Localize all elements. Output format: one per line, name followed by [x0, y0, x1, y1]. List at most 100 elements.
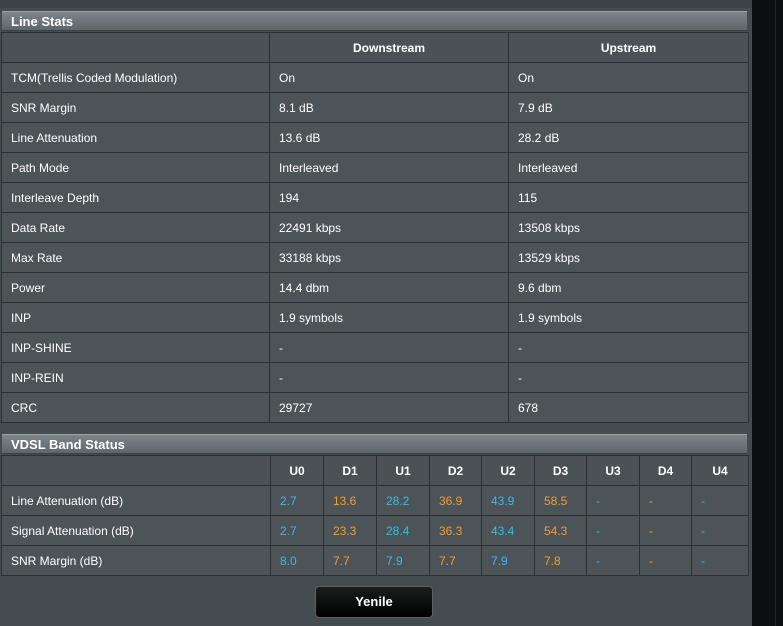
band-value-u3: - [586, 545, 640, 576]
row-label: SNR Margin (dB) [1, 545, 271, 576]
table-row: SNR Margin (dB) 8.0 7.7 7.9 7.7 7.9 7.8 … [1, 545, 749, 576]
upstream-value: 13508 kbps [508, 212, 749, 243]
table-row: TCM(Trellis Coded Modulation) On On [1, 62, 749, 93]
top-divider [0, 0, 752, 8]
table-row: Interleave Depth 194 115 [1, 182, 749, 213]
vdsl-band-status-table: U0 D1 U1 D2 U2 D3 U3 D4 U4 Line Attenuat… [1, 455, 749, 576]
band-header-d3: D3 [534, 455, 587, 486]
band-value-u0: 2.7 [270, 485, 324, 516]
row-label: INP [1, 302, 270, 333]
band-value-u3: - [586, 515, 640, 546]
downstream-value: 33188 kbps [269, 242, 509, 273]
table-row: INP-REIN - - [1, 362, 749, 393]
band-value-u0: 8.0 [270, 545, 324, 576]
scrollbar-divider [775, 0, 776, 626]
band-value-d4: - [639, 485, 692, 516]
upstream-value: - [508, 362, 749, 393]
downstream-value: 1.9 symbols [269, 302, 509, 333]
vdsl-band-status-header: VDSL Band Status [2, 434, 747, 454]
downstream-value: 13.6 dB [269, 122, 509, 153]
upstream-value: - [508, 332, 749, 363]
upstream-value: 13529 kbps [508, 242, 749, 273]
line-stats-header: Line Stats [2, 11, 747, 31]
downstream-value: 22491 kbps [269, 212, 509, 243]
row-label: Signal Attenuation (dB) [1, 515, 271, 546]
table-row: INP-SHINE - - [1, 332, 749, 363]
band-value-u1: 28.2 [376, 485, 430, 516]
downstream-value: 8.1 dB [269, 92, 509, 123]
band-value-d3: 54.3 [534, 515, 587, 546]
band-value-u4: - [691, 545, 749, 576]
table-row: INP 1.9 symbols 1.9 symbols [1, 302, 749, 333]
band-value-d1: 7.7 [323, 545, 377, 576]
band-value-u4: - [691, 515, 749, 546]
table-row: Line Attenuation (dB) 2.7 13.6 28.2 36.9… [1, 485, 749, 516]
band-value-d2: 7.7 [429, 545, 482, 576]
band-value-d4: - [639, 545, 692, 576]
downstream-value: 194 [269, 182, 509, 213]
band-value-u2: 7.9 [481, 545, 535, 576]
upstream-value: 9.6 dbm [508, 272, 749, 303]
row-label: INP-REIN [1, 362, 270, 393]
band-value-d2: 36.3 [429, 515, 482, 546]
band-header-d1: D1 [323, 455, 377, 486]
band-value-d1: 23.3 [323, 515, 377, 546]
row-label: CRC [1, 392, 270, 423]
table-row: Data Rate 22491 kbps 13508 kbps [1, 212, 749, 243]
band-value-d3: 7.8 [534, 545, 587, 576]
band-header-u0: U0 [270, 455, 324, 486]
band-value-d1: 13.6 [323, 485, 377, 516]
row-label: TCM(Trellis Coded Modulation) [1, 62, 270, 93]
upstream-value: 678 [508, 392, 749, 423]
band-value-u3: - [586, 485, 640, 516]
row-label: Data Rate [1, 212, 270, 243]
column-header-blank [1, 32, 270, 63]
band-header-u1: U1 [376, 455, 430, 486]
upstream-value: Interleaved [508, 152, 749, 183]
row-label: Path Mode [1, 152, 270, 183]
band-header-row: U0 D1 U1 D2 U2 D3 U3 D4 U4 [1, 455, 749, 486]
row-label: Power [1, 272, 270, 303]
line-stats-table: Downstream Upstream TCM(Trellis Coded Mo… [1, 32, 749, 423]
upstream-value: 115 [508, 182, 749, 213]
band-value-d3: 58.5 [534, 485, 587, 516]
downstream-value: Interleaved [269, 152, 509, 183]
downstream-value: On [269, 62, 509, 93]
table-row: Signal Attenuation (dB) 2.7 23.3 28.4 36… [1, 515, 749, 546]
refresh-button[interactable]: Yenile [315, 586, 433, 618]
table-row: SNR Margin 8.1 dB 7.9 dB [1, 92, 749, 123]
band-value-d2: 36.9 [429, 485, 482, 516]
row-label: INP-SHINE [1, 332, 270, 363]
band-value-u2: 43.9 [481, 485, 535, 516]
row-label: SNR Margin [1, 92, 270, 123]
scrollbar-track[interactable] [752, 0, 783, 626]
row-label: Interleave Depth [1, 182, 270, 213]
band-value-u1: 28.4 [376, 515, 430, 546]
table-row: Power 14.4 dbm 9.6 dbm [1, 272, 749, 303]
band-header-d4: D4 [639, 455, 692, 486]
band-header-u4: U4 [691, 455, 749, 486]
upstream-value: 28.2 dB [508, 122, 749, 153]
band-header-d2: D2 [429, 455, 482, 486]
table-row: CRC 29727 678 [1, 392, 749, 423]
band-value-u2: 43.4 [481, 515, 535, 546]
band-value-d4: - [639, 515, 692, 546]
band-value-u4: - [691, 485, 749, 516]
downstream-value: 14.4 dbm [269, 272, 509, 303]
table-row: Max Rate 33188 kbps 13529 kbps [1, 242, 749, 273]
band-header-u2: U2 [481, 455, 535, 486]
row-label: Line Attenuation (dB) [1, 485, 271, 516]
column-header-downstream: Downstream [269, 32, 509, 63]
downstream-value: 29727 [269, 392, 509, 423]
band-value-u1: 7.9 [376, 545, 430, 576]
row-label: Max Rate [1, 242, 270, 273]
line-stats-header-row: Downstream Upstream [1, 32, 749, 63]
upstream-value: On [508, 62, 749, 93]
band-header-blank [1, 455, 271, 486]
downstream-value: - [269, 362, 509, 393]
row-label: Line Attenuation [1, 122, 270, 153]
table-row: Path Mode Interleaved Interleaved [1, 152, 749, 183]
upstream-value: 1.9 symbols [508, 302, 749, 333]
band-value-u0: 2.7 [270, 515, 324, 546]
downstream-value: - [269, 332, 509, 363]
